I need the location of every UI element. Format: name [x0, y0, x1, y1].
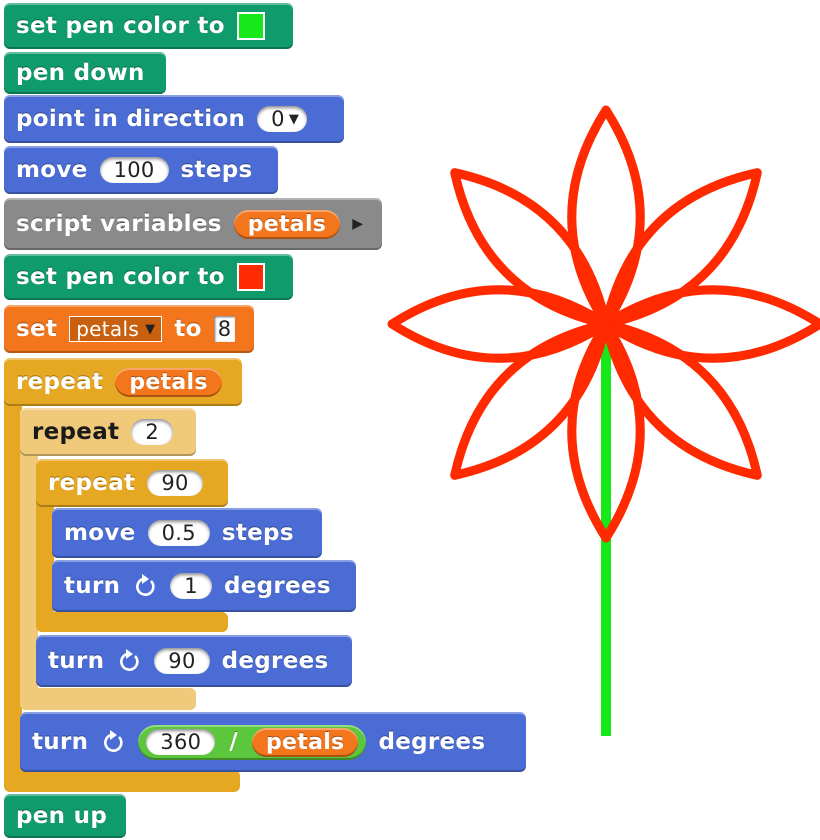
turn-label: turn [64, 573, 121, 599]
flower-petal [450, 168, 611, 329]
set-pen-color-label: set pen color to [16, 13, 225, 39]
set-pen-color-label: set pen color to [16, 264, 225, 290]
chevron-down-icon: ▼ [145, 321, 156, 337]
direction-value: 0 [271, 107, 285, 131]
repeat-mid-bottom [20, 688, 196, 710]
turn-90-degrees-block[interactable]: turn 90 degrees [36, 635, 352, 687]
move-steps-input[interactable]: 0.5 [147, 520, 210, 546]
pen-down-block[interactable]: pen down [4, 52, 166, 94]
repeat-count-input[interactable]: 90 [147, 470, 203, 496]
repeat-petals-block[interactable]: repeat petals [4, 358, 242, 406]
petals-variable-reporter[interactable]: petals [233, 209, 341, 239]
petals-variable-reporter[interactable]: petals [115, 367, 222, 397]
turn-degrees-input[interactable]: 1 [170, 573, 212, 599]
repeat-label: repeat [48, 470, 136, 496]
turn-clockwise-icon [120, 649, 139, 671]
flower-petal [450, 319, 611, 480]
repeat-count-input[interactable]: 2 [131, 419, 173, 445]
script-variables-block[interactable]: script variables petals ▶ [4, 198, 382, 250]
set-pen-color-block-green[interactable]: set pen color to [4, 3, 293, 49]
flower-petal [601, 168, 762, 329]
repeat-outer-bottom [4, 770, 240, 792]
pen-down-label: pen down [16, 60, 145, 86]
flower-petal [387, 285, 611, 363]
repeat-label: repeat [32, 419, 120, 445]
move-small-steps-block[interactable]: move 0.5 steps [52, 508, 322, 558]
direction-dropdown-input[interactable]: 0 ▼ [257, 106, 308, 132]
divide-operator-reporter[interactable]: 360 / petals [138, 724, 367, 760]
repeat-inner-bottom [36, 612, 228, 632]
turn-degrees-input[interactable]: 90 [154, 648, 210, 674]
script-variables-label: script variables [16, 211, 222, 237]
flower-petal [601, 285, 820, 363]
move-label: move [16, 157, 88, 183]
steps-label: steps [180, 157, 253, 183]
repeat-label: repeat [16, 369, 104, 395]
turn-label: turn [48, 648, 105, 674]
move-label: move [64, 520, 136, 546]
turn-clockwise-icon [104, 730, 123, 752]
flower-petal [567, 319, 645, 543]
repeat-2-block[interactable]: repeat 2 [20, 408, 196, 456]
flower-petal [567, 105, 645, 329]
degrees-label: degrees [378, 729, 486, 755]
divide-symbol: / [229, 729, 238, 755]
variable-dropdown[interactable]: petals ▼ [69, 316, 163, 342]
set-pen-color-block-red[interactable]: set pen color to [4, 254, 293, 300]
flower-petals [387, 105, 820, 543]
degrees-label: degrees [221, 648, 329, 674]
chevron-down-icon: ▼ [288, 111, 300, 127]
degrees-label: degrees [223, 573, 331, 599]
turn-divide-block[interactable]: turn 360 / petals degrees [20, 712, 526, 772]
move-steps-block[interactable]: move 100 steps [4, 146, 278, 194]
pen-color-swatch-green[interactable] [236, 12, 265, 40]
move-steps-input[interactable]: 100 [99, 157, 169, 183]
set-value-input[interactable]: 8 [213, 316, 236, 342]
flower-petal [601, 319, 762, 480]
petals-variable-reporter[interactable]: petals [251, 727, 359, 757]
steps-label: steps [221, 520, 294, 546]
turn-clockwise-icon [136, 574, 155, 596]
turn-label: turn [32, 729, 89, 755]
repeat-90-block[interactable]: repeat 90 [36, 459, 228, 507]
arrow-right-icon[interactable]: ▶ [352, 216, 363, 232]
turn-1-degrees-block[interactable]: turn 1 degrees [52, 560, 356, 612]
variable-dropdown-value: petals [76, 317, 140, 341]
set-variable-block[interactable]: set petals ▼ to 8 [4, 305, 254, 353]
pen-up-block[interactable]: pen up [4, 794, 126, 838]
pen-color-swatch-red[interactable] [236, 263, 265, 291]
pen-up-label: pen up [16, 803, 108, 829]
point-in-direction-label: point in direction [16, 106, 246, 132]
set-label: set [16, 316, 58, 342]
to-label: to [174, 316, 202, 342]
numerator-input[interactable]: 360 [146, 729, 216, 755]
point-in-direction-block[interactable]: point in direction 0 ▼ [4, 95, 344, 143]
